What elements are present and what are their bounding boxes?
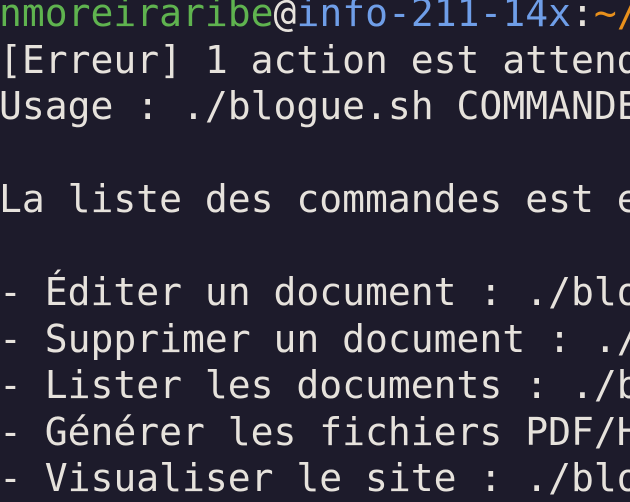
prompt-line: nmoreiraribe@info-211-14x:~/ [0,0,630,37]
command-edit-line: - Éditer un document : ./blo [0,270,630,314]
prompt-user: nmoreiraribe [0,0,274,35]
prompt-colon: : [570,0,594,35]
prompt-path: ~/ [593,0,630,35]
error-line: [Erreur] 1 action est attend [0,37,630,82]
command-view-line: - Visualiser le site : ./blo [0,456,630,500]
usage-line: Usage : ./blogue.sh COMMANDE [0,84,630,128]
command-delete-line: - Supprimer un document : ./ [0,316,630,361]
prompt-host: info-211-14x [296,0,571,35]
command-generate-line: - Générer les fichiers PDF/H [0,409,630,454]
terminal-output[interactable]: nmoreiraribe@info-211-14x:~/ [Erreur] 1 … [0,0,630,502]
prompt-at: @ [273,0,297,35]
commands-intro-line: La liste des commandes est e [0,177,630,221]
command-list-line: - Lister les documents : ./b [0,363,630,407]
